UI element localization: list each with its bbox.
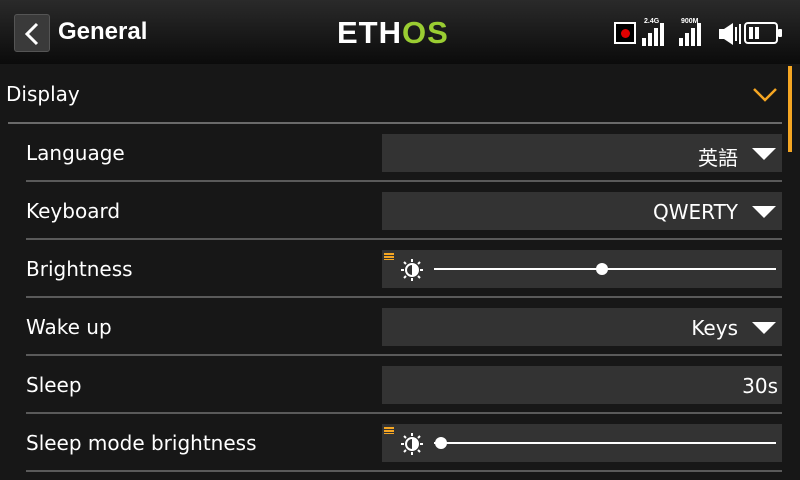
row-label: Sleep mode brightness	[26, 431, 257, 455]
row-sleep-mode-brightness: Sleep mode brightness	[26, 414, 782, 472]
brightness-slider[interactable]	[382, 250, 782, 288]
dropdown-value: QWERTY	[652, 200, 738, 224]
row-label: Brightness	[26, 257, 133, 281]
scrollbar[interactable]	[788, 66, 792, 152]
row-sleep: Sleep 30s	[26, 356, 782, 414]
section-display[interactable]: Display	[0, 66, 786, 122]
page-title: General	[58, 18, 148, 45]
logo: ETHOS	[337, 15, 449, 50]
row-keyboard: Keyboard QWERTY	[26, 182, 782, 240]
row-wake-up: Wake up Keys	[26, 298, 782, 356]
signal-label: 2.4G	[644, 18, 660, 25]
language-dropdown[interactable]: 英語	[382, 134, 782, 172]
brightness-icon	[401, 259, 423, 281]
signal-icon: 900M	[677, 18, 705, 46]
signal-label: 900M	[681, 18, 699, 25]
signal-icon: 2.4G	[640, 18, 668, 46]
row-label: Sleep	[26, 373, 82, 397]
row-language: Language 英語	[26, 124, 782, 182]
record-icon	[614, 22, 636, 44]
speaker-icon[interactable]	[717, 22, 743, 46]
dropdown-value: 英語	[698, 146, 738, 170]
back-button[interactable]	[14, 14, 50, 52]
sleep-brightness-slider[interactable]	[382, 424, 782, 462]
menu-icon	[384, 427, 394, 434]
top-bar: General ETHOS 2.4G 900M	[0, 0, 800, 64]
slider-track[interactable]	[434, 442, 776, 444]
keyboard-dropdown[interactable]: QWERTY	[382, 192, 782, 230]
menu-icon	[384, 253, 394, 260]
row-brightness: Brightness	[26, 240, 782, 298]
field-value: 30s	[742, 374, 778, 398]
dropdown-arrow-icon	[752, 322, 776, 334]
slider-knob[interactable]	[434, 437, 447, 449]
brightness-icon	[401, 433, 423, 455]
dropdown-value: Keys	[691, 316, 738, 340]
sleep-input[interactable]: 30s	[382, 366, 782, 404]
slider-knob[interactable]	[595, 263, 608, 275]
chevron-down-icon[interactable]	[752, 86, 778, 104]
wake-up-dropdown[interactable]: Keys	[382, 308, 782, 346]
dropdown-arrow-icon	[752, 148, 776, 160]
dropdown-arrow-icon	[752, 206, 776, 218]
back-arrow-icon	[24, 22, 39, 46]
section-title: Display	[6, 82, 80, 106]
row-label: Wake up	[26, 315, 112, 339]
row-label: Keyboard	[26, 199, 121, 223]
battery-icon	[744, 22, 782, 44]
row-label: Language	[26, 141, 125, 165]
row-divider	[26, 470, 782, 472]
